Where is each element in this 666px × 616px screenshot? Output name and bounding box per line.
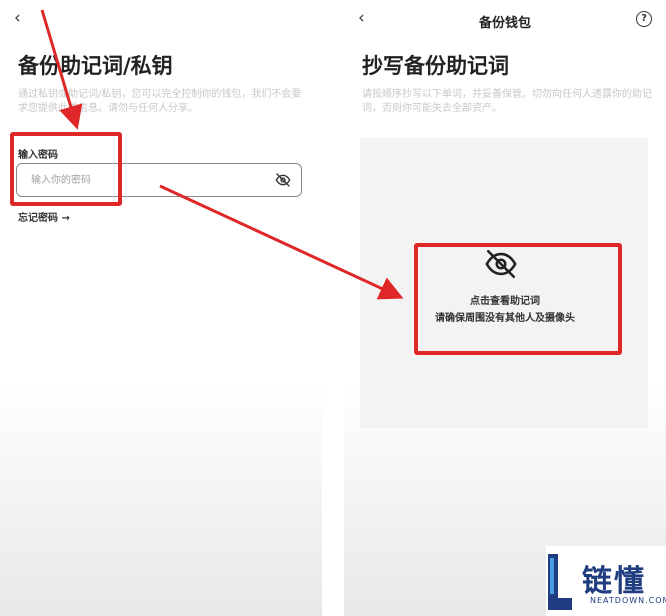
- back-button[interactable]: ‹: [14, 10, 21, 27]
- page-description: 通过私钥或助记词/私钥，您可以完全控制你的钱包，我们不会要求您提供此类信息。请勿…: [18, 89, 302, 114]
- watermark-subtext: NEATDOWN.COM: [590, 596, 666, 605]
- privacy-warning: 请确保周围没有其他人及摄像头: [435, 313, 575, 324]
- watermark-text: 链懂: [582, 564, 646, 599]
- eye-off-icon[interactable]: [484, 247, 518, 281]
- mnemonic-reveal-area[interactable]: [360, 138, 648, 428]
- page-title: 抄写备份助记词: [362, 54, 509, 78]
- backup-password-screen: ‹ 备份助记词/私钥 通过私钥或助记词/私钥，您可以完全控制你的钱包，我们不会要…: [0, 0, 322, 616]
- password-field: [16, 163, 302, 197]
- reveal-instruction[interactable]: 点击查看助记词: [344, 292, 666, 307]
- help-icon[interactable]: ?: [636, 11, 652, 27]
- eye-off-icon[interactable]: [275, 172, 291, 188]
- logo-mark-icon: [548, 554, 572, 610]
- forgot-password-link[interactable]: 忘记密码 →: [18, 209, 70, 224]
- backup-mnemonic-screen: ‹ 备份钱包 ? 抄写备份助记词 请按顺序抄写以下单词，并妥善保管。切勿向任何人…: [344, 0, 666, 616]
- nav-title: 备份钱包: [478, 16, 531, 31]
- page-title: 备份助记词/私钥: [18, 54, 173, 78]
- password-label: 输入密码: [18, 150, 58, 161]
- page-description: 请按顺序抄写以下单词，并妥善保管。切勿向任何人透露你的助记词，否则你可能失去全部…: [362, 89, 652, 114]
- password-input[interactable]: [29, 164, 263, 197]
- watermark-logo: 链懂 NEATDOWN.COM: [546, 546, 666, 616]
